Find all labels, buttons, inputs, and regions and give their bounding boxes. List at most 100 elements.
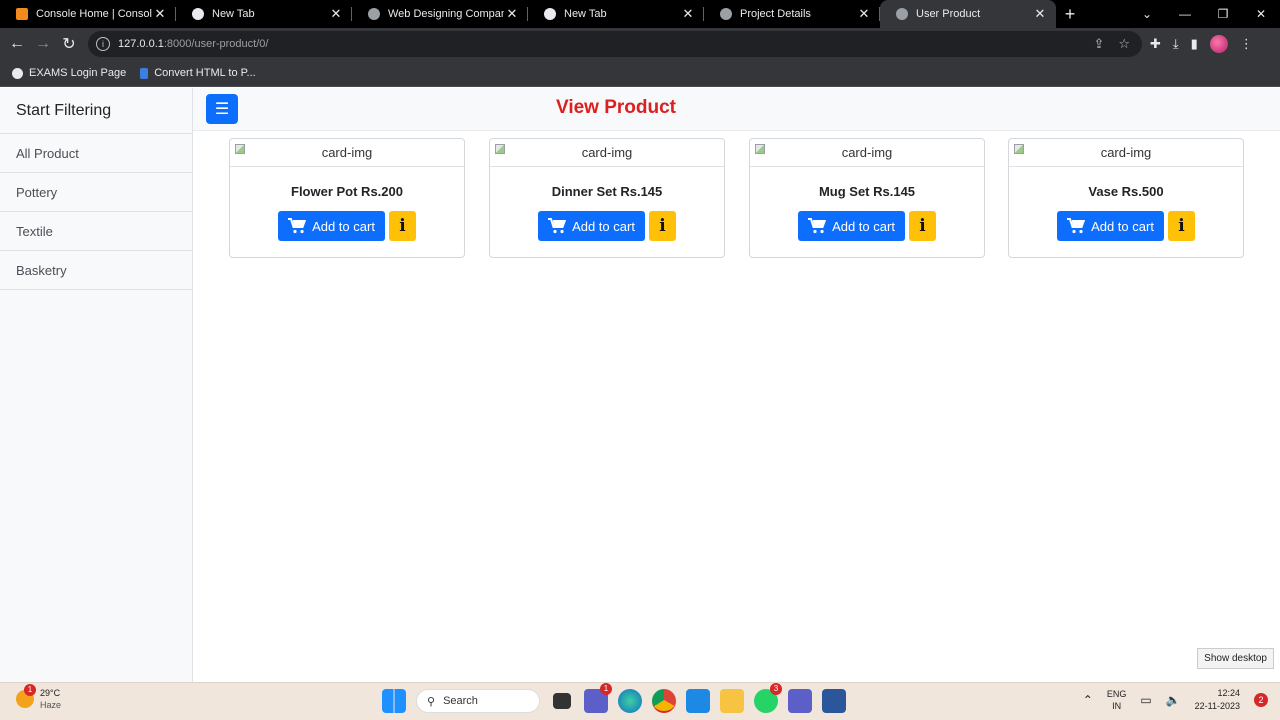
weather-temp: 29°C <box>40 688 61 698</box>
add-to-cart-label: Add to cart <box>832 218 895 234</box>
network-icon[interactable]: ▭ <box>1140 693 1151 707</box>
minimize-button[interactable]: — <box>1166 7 1204 21</box>
close-tab-icon[interactable]: ✕ <box>504 6 520 22</box>
whatsapp-icon[interactable]: 3 <box>754 683 782 713</box>
product-card: card-img Mug Set Rs.145 Add to cart i <box>749 138 985 258</box>
chrome-icon <box>192 8 204 20</box>
add-to-cart-label: Add to cart <box>1091 218 1154 234</box>
search-label: Search <box>443 695 478 707</box>
info-button[interactable]: i <box>389 211 416 241</box>
image-alt-text: card-img <box>1100 145 1152 160</box>
menu-icon[interactable]: ⋮ <box>1240 36 1253 52</box>
broken-image-icon <box>495 144 505 154</box>
lang-top: ENG <box>1106 689 1127 699</box>
tab-title: New Tab <box>564 8 607 20</box>
windows-start-icon[interactable] <box>382 689 406 713</box>
info-button[interactable]: i <box>1168 211 1195 241</box>
browser-tab[interactable]: Web Designing Company ✕ <box>352 0 528 28</box>
browser-tab[interactable]: Project Details ✕ <box>704 0 880 28</box>
back-icon[interactable]: ← <box>4 35 30 53</box>
tab-title: User Product <box>916 8 981 20</box>
bookmark-star-icon[interactable]: ☆ <box>1118 36 1130 52</box>
profile-avatar[interactable] <box>1209 35 1228 53</box>
sidebar-item-pottery[interactable]: Pottery <box>0 173 192 212</box>
browser-tab[interactable]: New Tab ✕ <box>176 0 352 28</box>
forward-icon[interactable]: → <box>30 35 56 53</box>
product-image: card-img <box>750 139 984 167</box>
side-panel-icon[interactable]: ▮ <box>1191 36 1198 52</box>
sidebar-item-all-product[interactable]: All Product <box>0 134 192 173</box>
clock-time: 12:24 <box>1217 688 1240 698</box>
product-image: card-img <box>230 139 464 167</box>
site-info-icon[interactable]: i <box>96 37 110 51</box>
share-icon[interactable]: ⇪ <box>1093 36 1104 52</box>
reload-icon[interactable]: ↻ <box>56 34 82 54</box>
globe-icon <box>12 67 23 79</box>
browser-tab-strip: Console Home | Console Hor ✕ New Tab ✕ W… <box>0 0 1280 28</box>
restore-button[interactable]: ❐ <box>1204 7 1242 21</box>
broken-image-icon <box>1014 144 1024 154</box>
product-card: card-img Dinner Set Rs.145 Add to cart i <box>489 138 725 258</box>
bookmark-item[interactable]: EXAMS Login Page <box>12 67 126 79</box>
close-tab-icon[interactable]: ✕ <box>1032 6 1048 22</box>
chrome-icon <box>544 8 556 20</box>
cart-icon <box>288 218 307 234</box>
sidebar-title: Start Filtering <box>0 88 192 134</box>
image-alt-text: card-img <box>321 145 373 160</box>
taskbar-search[interactable]: ⚲ Search <box>416 689 540 713</box>
browser-tab[interactable]: New Tab ✕ <box>528 0 704 28</box>
add-to-cart-button[interactable]: Add to cart <box>538 211 645 241</box>
vscode-icon[interactable] <box>686 689 710 713</box>
chrome-icon[interactable] <box>652 689 676 713</box>
info-button[interactable]: i <box>649 211 676 241</box>
edge-icon[interactable] <box>618 689 642 713</box>
tab-title: Console Home | Console Hor <box>36 8 152 20</box>
add-to-cart-label: Add to cart <box>312 218 375 234</box>
info-icon: i <box>1178 216 1185 236</box>
cart-icon <box>548 218 567 234</box>
new-tab-button[interactable]: + <box>1056 0 1084 28</box>
word-icon[interactable] <box>822 689 846 713</box>
bookmark-label: Convert HTML to P... <box>154 67 256 79</box>
info-icon: i <box>399 216 406 236</box>
add-to-cart-button[interactable]: Add to cart <box>1057 211 1164 241</box>
sidebar-item-textile[interactable]: Textile <box>0 212 192 251</box>
extensions-icon[interactable]: ✚ <box>1150 36 1161 52</box>
product-name: Mug Set Rs.145 <box>818 184 916 199</box>
teams-icon[interactable] <box>788 689 812 713</box>
window-controls: ⌄ — ❐ ✕ <box>1128 0 1280 28</box>
chat-icon[interactable]: 1 <box>584 683 612 713</box>
weather-widget[interactable]: 1 29°C Haze <box>16 684 61 711</box>
close-window-button[interactable]: ✕ <box>1242 7 1280 21</box>
close-tab-icon[interactable]: ✕ <box>328 6 344 22</box>
cart-icon <box>1067 218 1086 234</box>
file-explorer-icon[interactable] <box>720 689 744 713</box>
browser-tab[interactable]: Console Home | Console Hor ✕ <box>0 0 176 28</box>
info-button[interactable]: i <box>909 211 936 241</box>
close-tab-icon[interactable]: ✕ <box>152 6 168 22</box>
clock[interactable]: 12:24 22-11-2023 <box>1195 687 1240 713</box>
add-to-cart-button[interactable]: Add to cart <box>278 211 385 241</box>
weather-badge: 1 <box>24 684 36 696</box>
close-tab-icon[interactable]: ✕ <box>680 6 696 22</box>
language-indicator[interactable]: ENG IN <box>1107 688 1127 712</box>
page-title: View Product <box>556 97 677 118</box>
bookmark-item[interactable]: Convert HTML to P... <box>140 67 256 79</box>
sidebar-toggle-button[interactable]: ☰ <box>206 94 238 124</box>
task-view-icon[interactable] <box>553 693 571 709</box>
page-content: Start Filtering All Product Pottery Text… <box>0 88 1280 682</box>
sidebar-item-basketry[interactable]: Basketry <box>0 251 192 290</box>
close-tab-icon[interactable]: ✕ <box>856 6 872 22</box>
notification-badge[interactable]: 2 <box>1254 693 1268 707</box>
chat-badge: 1 <box>600 683 612 695</box>
chevron-up-icon[interactable]: ⌃ <box>1083 693 1093 707</box>
product-image: card-img <box>490 139 724 167</box>
volume-muted-icon[interactable]: 🔈 <box>1166 693 1181 707</box>
bookmark-label: EXAMS Login Page <box>29 67 127 79</box>
browser-tab-active[interactable]: User Product ✕ <box>880 0 1056 28</box>
download-icon[interactable]: ⤓ <box>1173 36 1179 52</box>
tab-search-icon[interactable]: ⌄ <box>1128 7 1166 21</box>
add-to-cart-button[interactable]: Add to cart <box>798 211 905 241</box>
address-bar[interactable]: i 127.0.0.1:8000/user-product/0/ ⇪ ☆ <box>88 31 1142 57</box>
top-navbar: ☰ View Product <box>193 88 1280 131</box>
